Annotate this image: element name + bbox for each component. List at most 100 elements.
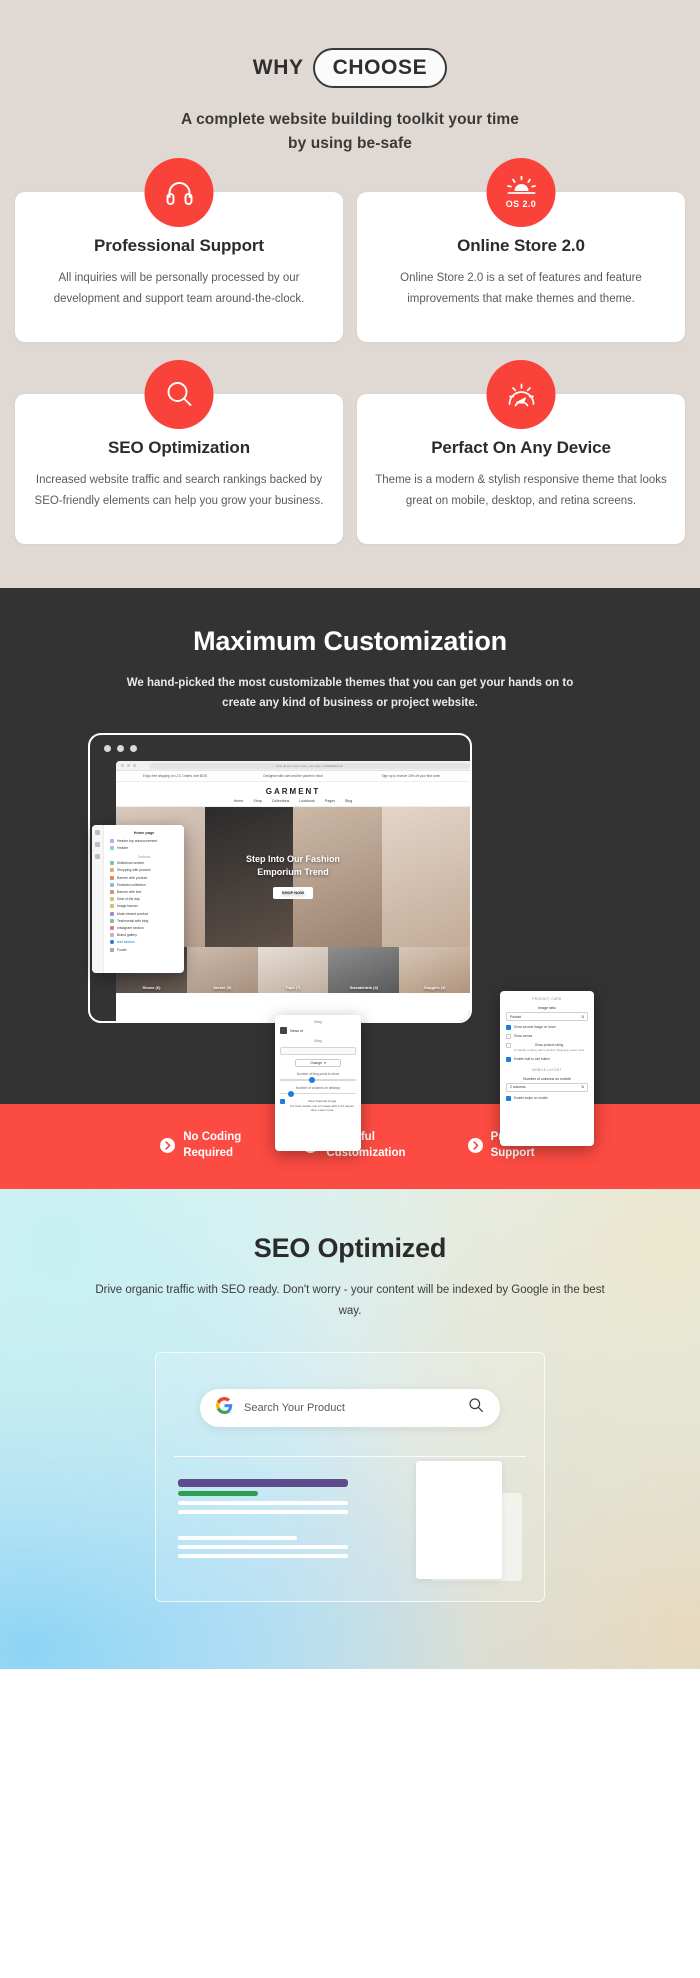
section-item[interactable]: Brand gallery <box>107 932 181 939</box>
search-input[interactable]: Search Your Product <box>244 1402 457 1414</box>
dot-icon <box>121 764 124 768</box>
columns-mobile-label: Number of columns on mobile <box>523 1076 571 1081</box>
section-item[interactable]: Banner with text <box>107 888 181 895</box>
why-subtitle-line-2: by using be-safe <box>288 135 412 153</box>
category-tile[interactable]: Goggles (3) <box>399 947 470 994</box>
category-label: Shoes (6) <box>142 985 161 991</box>
feature-card-online-store[interactable]: OS 2.0 Online Store 2.0 Online Store 2.0… <box>357 158 685 343</box>
rail-icon[interactable] <box>95 842 100 848</box>
category-tile[interactable]: Jacket (5) <box>186 947 258 994</box>
enable-swipe-checkbox[interactable]: Enable swipe on mobile <box>506 1095 588 1101</box>
blog-swatch-row[interactable]: News of <box>280 1027 356 1035</box>
benefit-line-1: No Coding <box>183 1131 242 1144</box>
nav-item[interactable]: Blog <box>345 799 352 803</box>
image-ratio-select[interactable]: Portrait ⇅ <box>506 1012 588 1022</box>
checkbox-unchecked-icon <box>506 1043 511 1049</box>
checkbox-checked-icon <box>280 1099 285 1105</box>
nav-item[interactable]: Lookbook <box>299 799 315 803</box>
nav-item[interactable]: Home <box>234 799 244 803</box>
category-tile[interactable]: Tops (7) <box>257 947 329 994</box>
section-item[interactable]: Header top announcement <box>107 837 181 844</box>
hero-shop-now-button[interactable]: SHOP NOW <box>272 887 314 900</box>
feature-card-title: SEO Optimization <box>108 438 250 458</box>
result-text-bar <box>178 1544 348 1549</box>
sections-group-label: Sections <box>137 854 151 859</box>
section-label: Testimonial with blog <box>117 918 149 923</box>
window-dot <box>130 744 137 752</box>
columns-mobile-value: 2 columns <box>510 1085 526 1090</box>
blog-thumbnail <box>280 1027 287 1035</box>
category-label: Goggles (3) <box>423 985 446 991</box>
section-icon <box>110 890 114 894</box>
headphones-icon <box>144 158 214 228</box>
nav-item[interactable]: Shop <box>253 799 261 803</box>
section-item[interactable]: Instagram section <box>107 924 181 931</box>
result-url-bar <box>178 1490 258 1496</box>
slider-thumb[interactable] <box>287 1090 294 1097</box>
dark-subtitle-line-1: We hand-picked the most customizable the… <box>126 677 505 690</box>
checkbox-checked-icon <box>506 1095 511 1101</box>
sunrise-os-icon: OS 2.0 <box>486 158 556 228</box>
rail-icon[interactable] <box>95 854 100 860</box>
section-item[interactable]: Banner with product <box>107 874 181 881</box>
section-label: Header top announcement <box>117 838 158 843</box>
blog-posts-slider[interactable] <box>280 1077 356 1084</box>
rail-icon[interactable] <box>95 830 100 836</box>
window-dot <box>117 744 124 752</box>
product-card-settings-panel[interactable]: PRODUCT CARD Image ratio Portrait ⇅ Show… <box>500 991 594 1147</box>
add-section-button[interactable]: Add section <box>107 939 181 946</box>
category-label: Sweatshirts (4) <box>349 985 379 991</box>
section-item[interactable]: Featured collection <box>107 881 181 888</box>
section-icon <box>110 897 114 902</box>
nav-item[interactable]: Collections <box>272 799 290 803</box>
image-ratio-label: Image ratio <box>538 1006 556 1011</box>
chevron-updown-icon: ⇅ <box>581 1085 584 1090</box>
blog-field-input[interactable] <box>280 1047 356 1056</box>
section-item[interactable]: Shopping with product <box>107 867 181 874</box>
search-icon[interactable] <box>468 1397 484 1418</box>
show-second-image-checkbox[interactable]: Show second image on hover <box>506 1025 588 1031</box>
plus-circle-icon <box>110 940 114 945</box>
add-section-label: Add section <box>117 940 135 945</box>
section-item[interactable]: Footer <box>107 946 181 953</box>
enable-add-to-cart-checkbox[interactable]: Enable Add to cart button <box>506 1056 588 1062</box>
section-label: Image banner <box>117 904 138 909</box>
benefit-item-no-coding[interactable]: No Coding Required <box>160 1130 241 1161</box>
category-tile[interactable]: Sweatshirts (4) <box>328 947 400 994</box>
blog-settings-panel[interactable]: Blog News of Blog Change ▾ Number of blo… <box>275 1015 361 1152</box>
show-vendor-checkbox[interactable]: Show vendor <box>506 1034 588 1040</box>
announcement-bar: Enjoy free shipping on U.S. Orders over … <box>116 771 470 783</box>
blog-columns-label: Number of columns on desktop <box>295 1085 341 1090</box>
slider-thumb[interactable] <box>308 1077 315 1084</box>
chevron-down-icon: ▾ <box>324 1061 326 1066</box>
show-product-rating-checkbox[interactable]: Show product rating To display a rating,… <box>506 1043 588 1053</box>
section-title: SEO Optimized <box>253 1233 447 1264</box>
section-item[interactable]: Deal of the day <box>107 896 181 903</box>
blog-featured-image-checkbox[interactable]: Show featured image For best results, us… <box>280 1099 356 1113</box>
url-text: 10% off your next order, use code: COMEB… <box>149 762 470 769</box>
feature-card-perfact-on-any-device[interactable]: Perfact On Any Device Theme is a modern … <box>357 360 685 545</box>
search-bar[interactable]: Search Your Product <box>200 1388 500 1427</box>
checkbox-label: Enable Add to cart button <box>514 1056 550 1061</box>
section-label: Banner with product <box>117 875 148 880</box>
feature-card-professional-support[interactable]: Professional Support All inquiries will … <box>15 158 343 343</box>
search-result-item[interactable] <box>178 1531 348 1558</box>
section-label: Instagram section <box>117 925 144 930</box>
section-item[interactable]: Most viewed product <box>107 910 181 917</box>
section-item[interactable]: Header <box>107 844 181 851</box>
feature-card-seo-optimization[interactable]: SEO Optimization Increased website traff… <box>15 360 343 545</box>
why-word: WHY <box>252 56 304 79</box>
columns-mobile-select[interactable]: 2 columns ⇅ <box>506 1082 588 1092</box>
image-ratio-value: Portrait <box>510 1014 521 1019</box>
search-result-item[interactable] <box>178 1478 348 1514</box>
section-item[interactable]: Slideshow section <box>107 860 181 867</box>
blog-columns-slider[interactable] <box>280 1090 356 1097</box>
nav-item[interactable]: Pages <box>325 799 335 803</box>
blog-change-button[interactable]: Change ▾ <box>295 1059 341 1068</box>
feature-card-title: Online Store 2.0 <box>457 236 585 256</box>
theme-sections-panel[interactable]: Home page Header top announcement Header… <box>92 825 184 974</box>
checkbox-checked-icon <box>506 1056 511 1062</box>
section-item[interactable]: Image banner <box>107 903 181 910</box>
blog-panel-title: Blog <box>314 1020 322 1025</box>
section-item[interactable]: Testimonial with blog <box>107 917 181 924</box>
